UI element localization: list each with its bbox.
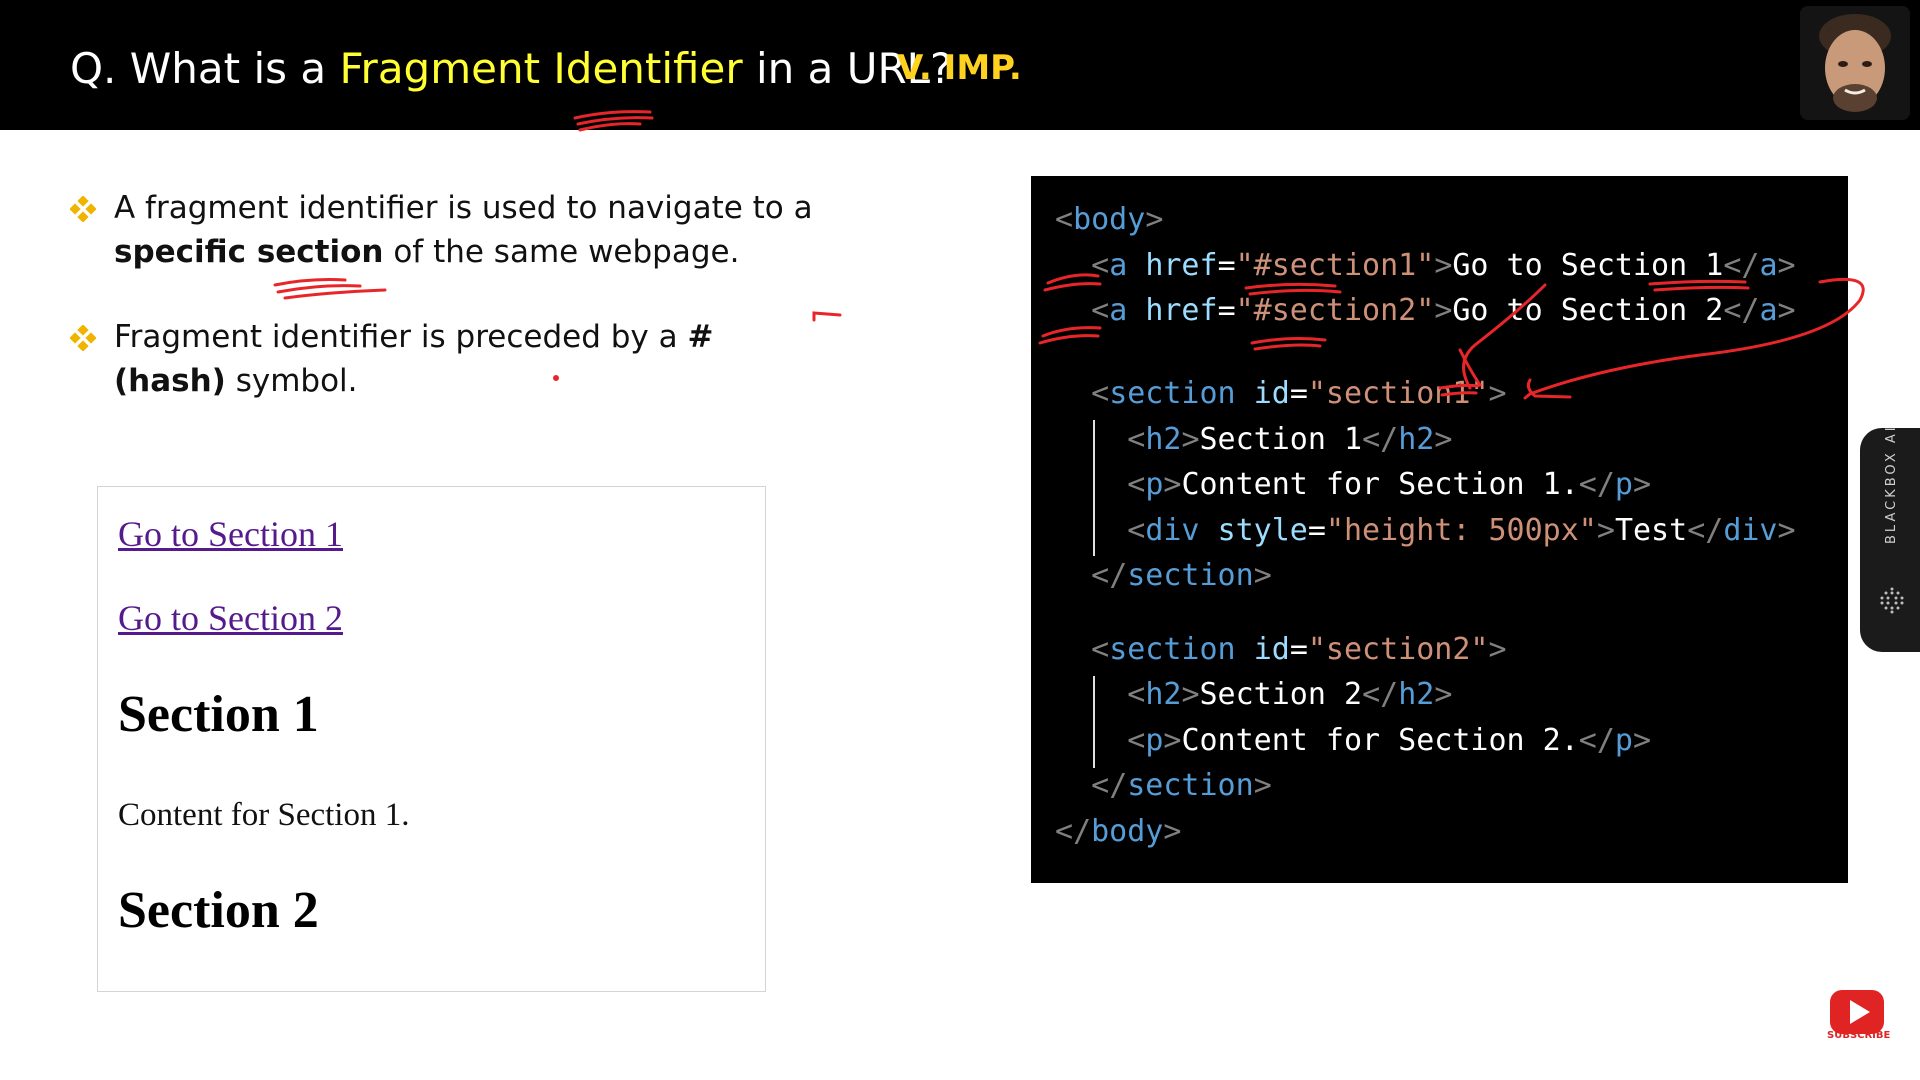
code-line: <body> [1055,202,1164,237]
presenter-avatar [1800,6,1910,120]
emphasis-text: specific section [114,234,384,270]
code-panel: <body> <a href="#section1">Go to Section… [1031,176,1848,883]
question-highlight: Fragment Identifier [339,44,743,93]
code-line: </section> [1091,768,1272,803]
question-prefix: Q. What is a [70,44,340,93]
code-line: </section> [1091,558,1272,593]
blackbox-ai-label: BLACKBOX AI [1884,424,1899,544]
section-1-paragraph: Content for Section 1. [118,797,410,833]
code-line: <section id="section2"> [1091,632,1507,667]
title-bar: Q. What is a Fragment Identifier in a UR… [0,0,1920,130]
blackbox-ai-tab[interactable]: BLACKBOX AI [1860,424,1920,652]
code-line: <a href="#section2">Go to Section 2</a> [1091,293,1796,328]
code-line: </body> [1055,814,1182,849]
importance-badge: V. IMP. [897,48,1022,88]
bullet-text: Fragment identifier is preceded by a # (… [114,319,714,399]
bullet-item: A fragment identifier is used to navigat… [70,186,813,276]
section-2-heading: Section 2 [118,882,319,939]
code-line: <a href="#section1">Go to Section 1</a> [1091,248,1796,283]
code-line: <h2>Section 1</h2> [1127,422,1453,457]
question-title: Q. What is a Fragment Identifier in a UR… [70,44,952,93]
link-go-to-section-1[interactable]: Go to Section 1 [118,513,343,555]
bullet-text: A fragment identifier is used to navigat… [114,190,813,270]
blackbox-logo-icon [1880,587,1904,614]
subscribe-label[interactable]: SUBSCRIBE [1827,1030,1890,1041]
rendered-page-preview: Go to Section 1 Go to Section 2 Section … [97,486,766,992]
bullet-diamond-icon [70,325,96,351]
code-line: <div style="height: 500px">Test</div> [1127,513,1796,548]
code-line: <h2>Section 2</h2> [1127,677,1453,712]
code-line: <p>Content for Section 1.</p> [1127,467,1652,502]
bullet-diamond-icon [70,196,96,222]
link-go-to-section-2[interactable]: Go to Section 2 [118,597,343,639]
code-line: <p>Content for Section 2.</p> [1127,723,1652,758]
bullet-item: Fragment identifier is preceded by a # (… [70,315,790,405]
section-1-heading: Section 1 [118,686,319,743]
code-line: <section id="section1"> [1091,376,1507,411]
